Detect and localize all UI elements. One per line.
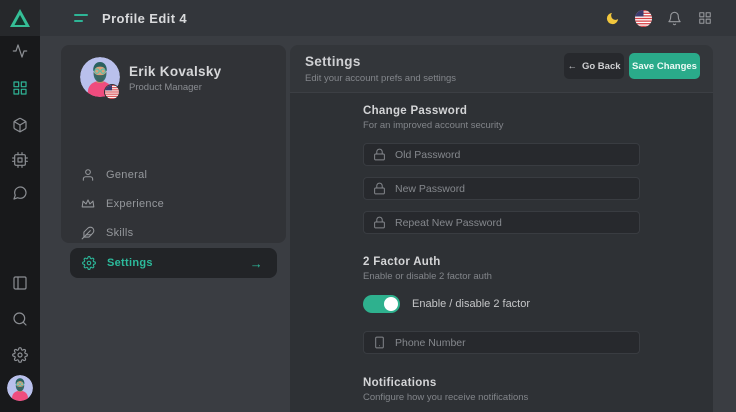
- new-password-field[interactable]: [363, 177, 640, 200]
- lock-icon: [373, 182, 386, 195]
- arrow-right-icon: →: [250, 256, 263, 271]
- layout-icon[interactable]: [0, 271, 40, 295]
- repeat-password-input[interactable]: [395, 217, 630, 229]
- bell-icon[interactable]: [665, 9, 683, 27]
- new-password-input[interactable]: [395, 183, 630, 195]
- country-flag-badge: [105, 85, 119, 99]
- settings-panel-header: Settings Edit your account prefs and set…: [290, 45, 713, 93]
- toggle-knob: [384, 297, 398, 311]
- lock-icon: [373, 148, 386, 161]
- page-title: Profile Edit 4: [102, 11, 187, 26]
- two-factor-toggle-label: Enable / disable 2 factor: [412, 298, 530, 310]
- search-icon[interactable]: [0, 307, 40, 331]
- phone-number-field[interactable]: [363, 331, 640, 354]
- notifications-section-title: Notifications: [363, 377, 437, 389]
- us-flag-icon[interactable]: [634, 9, 652, 27]
- feather-icon: [81, 226, 95, 240]
- gear-icon[interactable]: [0, 343, 40, 367]
- icon-sidebar: [0, 0, 40, 412]
- dashboard-grid-icon[interactable]: [0, 76, 40, 100]
- settings-subtitle: Edit your account prefs and settings: [305, 73, 456, 84]
- profile-name: Erik Kovalsky: [129, 64, 221, 79]
- settings-title: Settings: [305, 54, 361, 69]
- old-password-input[interactable]: [395, 149, 630, 161]
- two-factor-toggle-row: Enable / disable 2 factor: [363, 295, 530, 313]
- menu-item-label: Settings: [107, 257, 153, 269]
- save-changes-button[interactable]: Save Changes: [629, 53, 700, 79]
- avatar-illustration: [7, 375, 33, 401]
- password-section-subtitle: For an improved account security: [363, 120, 503, 131]
- grid-icon[interactable]: [696, 9, 714, 27]
- top-header-bar: Profile Edit 4: [40, 0, 736, 36]
- two-factor-toggle[interactable]: [363, 295, 400, 313]
- arrow-left-icon: ←: [567, 61, 577, 72]
- menu-item-label: Skills: [106, 227, 133, 239]
- go-back-label: Go Back: [582, 61, 621, 72]
- triangle-logo-icon: [10, 9, 30, 27]
- profile-edit-page: { "header": { "title": "Profile Edit 4",…: [0, 0, 736, 412]
- menu-item-skills[interactable]: Skills: [81, 223, 266, 243]
- crown-icon: [81, 197, 95, 211]
- profile-role: Product Manager: [129, 82, 202, 93]
- app-logo[interactable]: [0, 0, 40, 36]
- profile-card: Erik Kovalsky Product Manager General Ex…: [61, 45, 286, 243]
- chat-icon[interactable]: [0, 181, 40, 205]
- phone-number-input[interactable]: [395, 337, 630, 349]
- menu-item-experience[interactable]: Experience: [81, 194, 266, 214]
- cpu-icon[interactable]: [0, 148, 40, 172]
- moon-icon[interactable]: [603, 9, 621, 27]
- password-section-title: Change Password: [363, 105, 467, 117]
- two-factor-section-title: 2 Factor Auth: [363, 256, 441, 268]
- lock-icon: [373, 216, 386, 229]
- old-password-field[interactable]: [363, 143, 640, 166]
- notifications-section-subtitle: Configure how you receive notifications: [363, 392, 528, 403]
- user-icon: [81, 168, 95, 182]
- header-actions: [603, 9, 736, 27]
- two-factor-section-subtitle: Enable or disable 2 factor auth: [363, 271, 492, 282]
- settings-panel-body: Change Password For an improved account …: [290, 93, 713, 412]
- activity-icon[interactable]: [0, 39, 40, 63]
- menu-item-label: General: [106, 169, 147, 181]
- user-avatar[interactable]: [7, 375, 33, 401]
- go-back-button[interactable]: ← Go Back: [564, 53, 624, 79]
- menu-item-label: Experience: [106, 198, 164, 210]
- menu-toggle-icon[interactable]: [74, 12, 90, 24]
- package-icon[interactable]: [0, 113, 40, 137]
- menu-item-general[interactable]: General: [81, 165, 266, 185]
- menu-item-settings-active[interactable]: Settings →: [70, 248, 277, 278]
- gear-icon: [82, 256, 96, 270]
- repeat-password-field[interactable]: [363, 211, 640, 234]
- smartphone-icon: [373, 336, 386, 349]
